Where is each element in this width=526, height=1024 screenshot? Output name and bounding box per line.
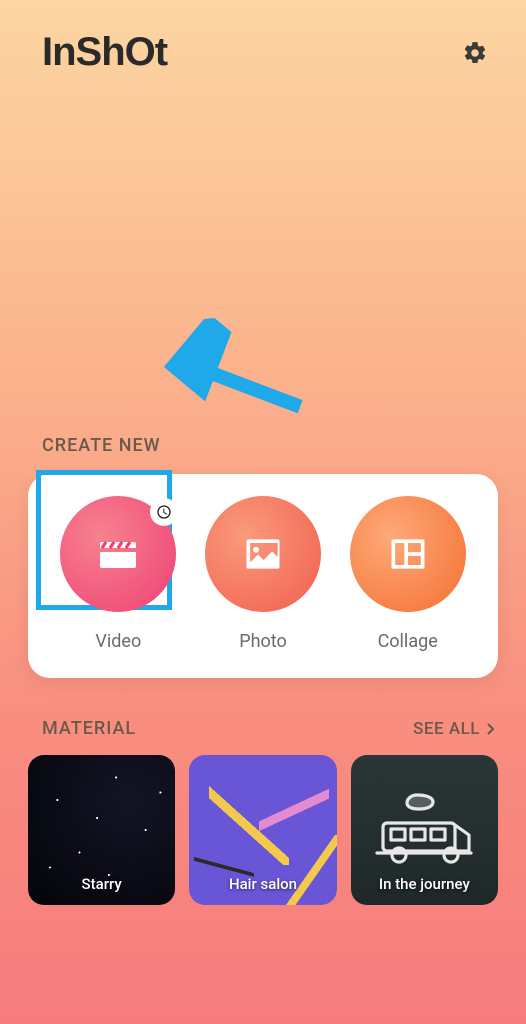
clock-icon <box>156 504 172 520</box>
gear-icon[interactable] <box>462 40 488 66</box>
history-badge[interactable] <box>150 498 178 526</box>
photo-label: Photo <box>239 631 287 652</box>
collage-label: Collage <box>378 631 438 652</box>
material-section-title: MATERIAL <box>42 718 136 739</box>
photo-button[interactable]: Photo <box>191 496 336 652</box>
video-button[interactable]: Video <box>46 496 191 652</box>
collage-icon <box>386 532 430 576</box>
video-label: Video <box>95 631 141 652</box>
video-circle <box>60 496 176 612</box>
material-tile-hair-salon[interactable]: Hair salon <box>189 755 336 905</box>
material-tile-journey[interactable]: In the journey <box>351 755 498 905</box>
rv-icon <box>369 785 479 875</box>
material-tile-starry[interactable]: Starry <box>28 755 175 905</box>
app-header: InShOt <box>0 0 526 75</box>
material-section: MATERIAL SEE ALL Starry Hair salon <box>0 718 526 905</box>
app-logo: InShOt <box>42 30 167 75</box>
material-tile-label: Starry <box>82 875 122 905</box>
chevron-right-icon <box>486 722 496 736</box>
collage-button[interactable]: Collage <box>335 496 480 652</box>
see-all-label: SEE ALL <box>413 719 480 739</box>
create-card: Video Photo Collage <box>28 474 498 678</box>
create-new-section: CREATE NEW Video <box>0 435 526 678</box>
collage-circle <box>350 496 466 612</box>
clapperboard-icon <box>94 530 142 578</box>
material-row: Starry Hair salon In the journ <box>0 755 526 905</box>
material-tile-label: In the journey <box>379 875 470 905</box>
material-tile-label: Hair salon <box>229 875 297 905</box>
see-all-button[interactable]: SEE ALL <box>413 719 496 739</box>
photo-circle <box>205 496 321 612</box>
image-icon <box>241 532 285 576</box>
